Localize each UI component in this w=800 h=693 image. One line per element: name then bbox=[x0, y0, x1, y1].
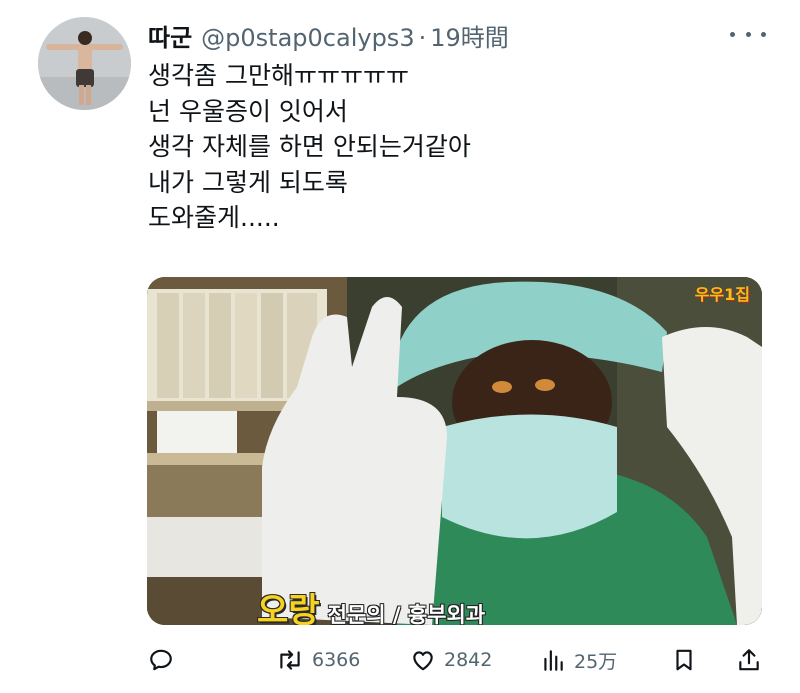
more-dot bbox=[761, 31, 766, 37]
user-handle[interactable]: @p0stap0calyps3 bbox=[201, 24, 414, 52]
tweet-text: 생각좀 그만해ㅠㅠㅠㅠㅠ 넌 우울증이 잇어서 생각 자체를 하면 안되는거같아… bbox=[148, 58, 768, 236]
tweet-text-line: 생각좀 그만해ㅠㅠㅠㅠㅠ bbox=[148, 61, 409, 90]
reply-button[interactable] bbox=[148, 640, 174, 680]
more-options-icon[interactable] bbox=[730, 26, 766, 42]
share-button[interactable] bbox=[736, 640, 762, 680]
tweet-text-line: 생각 자체를 하면 안되는거같아 bbox=[148, 132, 471, 161]
bookmark-icon bbox=[676, 649, 692, 671]
bookmark-button[interactable] bbox=[671, 640, 697, 680]
like-button[interactable]: 2842 bbox=[410, 640, 492, 680]
caption-role: 전문의 / 흉부외과 bbox=[327, 603, 486, 625]
views-count: 25万 bbox=[574, 650, 618, 673]
tweet-text-line: 넌 우울증이 잇어서 bbox=[148, 96, 348, 126]
views-icon bbox=[544, 650, 563, 671]
separator-dot: · bbox=[418, 24, 427, 52]
share-icon bbox=[739, 649, 759, 671]
action-bar: 6366 2842 25万 bbox=[148, 640, 768, 680]
reply-icon bbox=[150, 649, 172, 671]
retweet-icon bbox=[280, 650, 300, 670]
display-name[interactable]: 따군 bbox=[148, 18, 192, 53]
avatar[interactable] bbox=[38, 17, 131, 110]
media-picture bbox=[147, 277, 762, 625]
like-count: 2842 bbox=[444, 649, 493, 671]
like-icon bbox=[413, 651, 433, 671]
retweet-button[interactable]: 6366 bbox=[276, 640, 360, 680]
tweet: 따군 @p0stap0calyps3 · 19時間 생각좀 그만해ㅠㅠㅠㅠㅠ 넌… bbox=[0, 0, 800, 693]
timestamp[interactable]: 19時間 bbox=[430, 18, 509, 53]
media-watermark: 우우1집 bbox=[694, 285, 750, 304]
more-dot bbox=[730, 31, 735, 37]
tweet-header: 따군 @p0stap0calyps3 · 19時間 bbox=[148, 18, 509, 53]
retweet-count: 6366 bbox=[312, 649, 361, 671]
caption-name: 오랑 bbox=[257, 591, 320, 625]
media-caption: 오랑 전문의 / 흉부외과 bbox=[257, 583, 485, 625]
tweet-text-line: 내가 그렇게 되도록 bbox=[148, 167, 348, 197]
avatar-image bbox=[38, 17, 131, 110]
views-button[interactable]: 25万 bbox=[540, 640, 617, 680]
media-image[interactable]: 우우1집 오랑 전문의 / 흉부외과 bbox=[147, 277, 762, 625]
more-dot bbox=[745, 31, 751, 37]
tweet-text-line: 도와줄게..... bbox=[148, 203, 280, 232]
